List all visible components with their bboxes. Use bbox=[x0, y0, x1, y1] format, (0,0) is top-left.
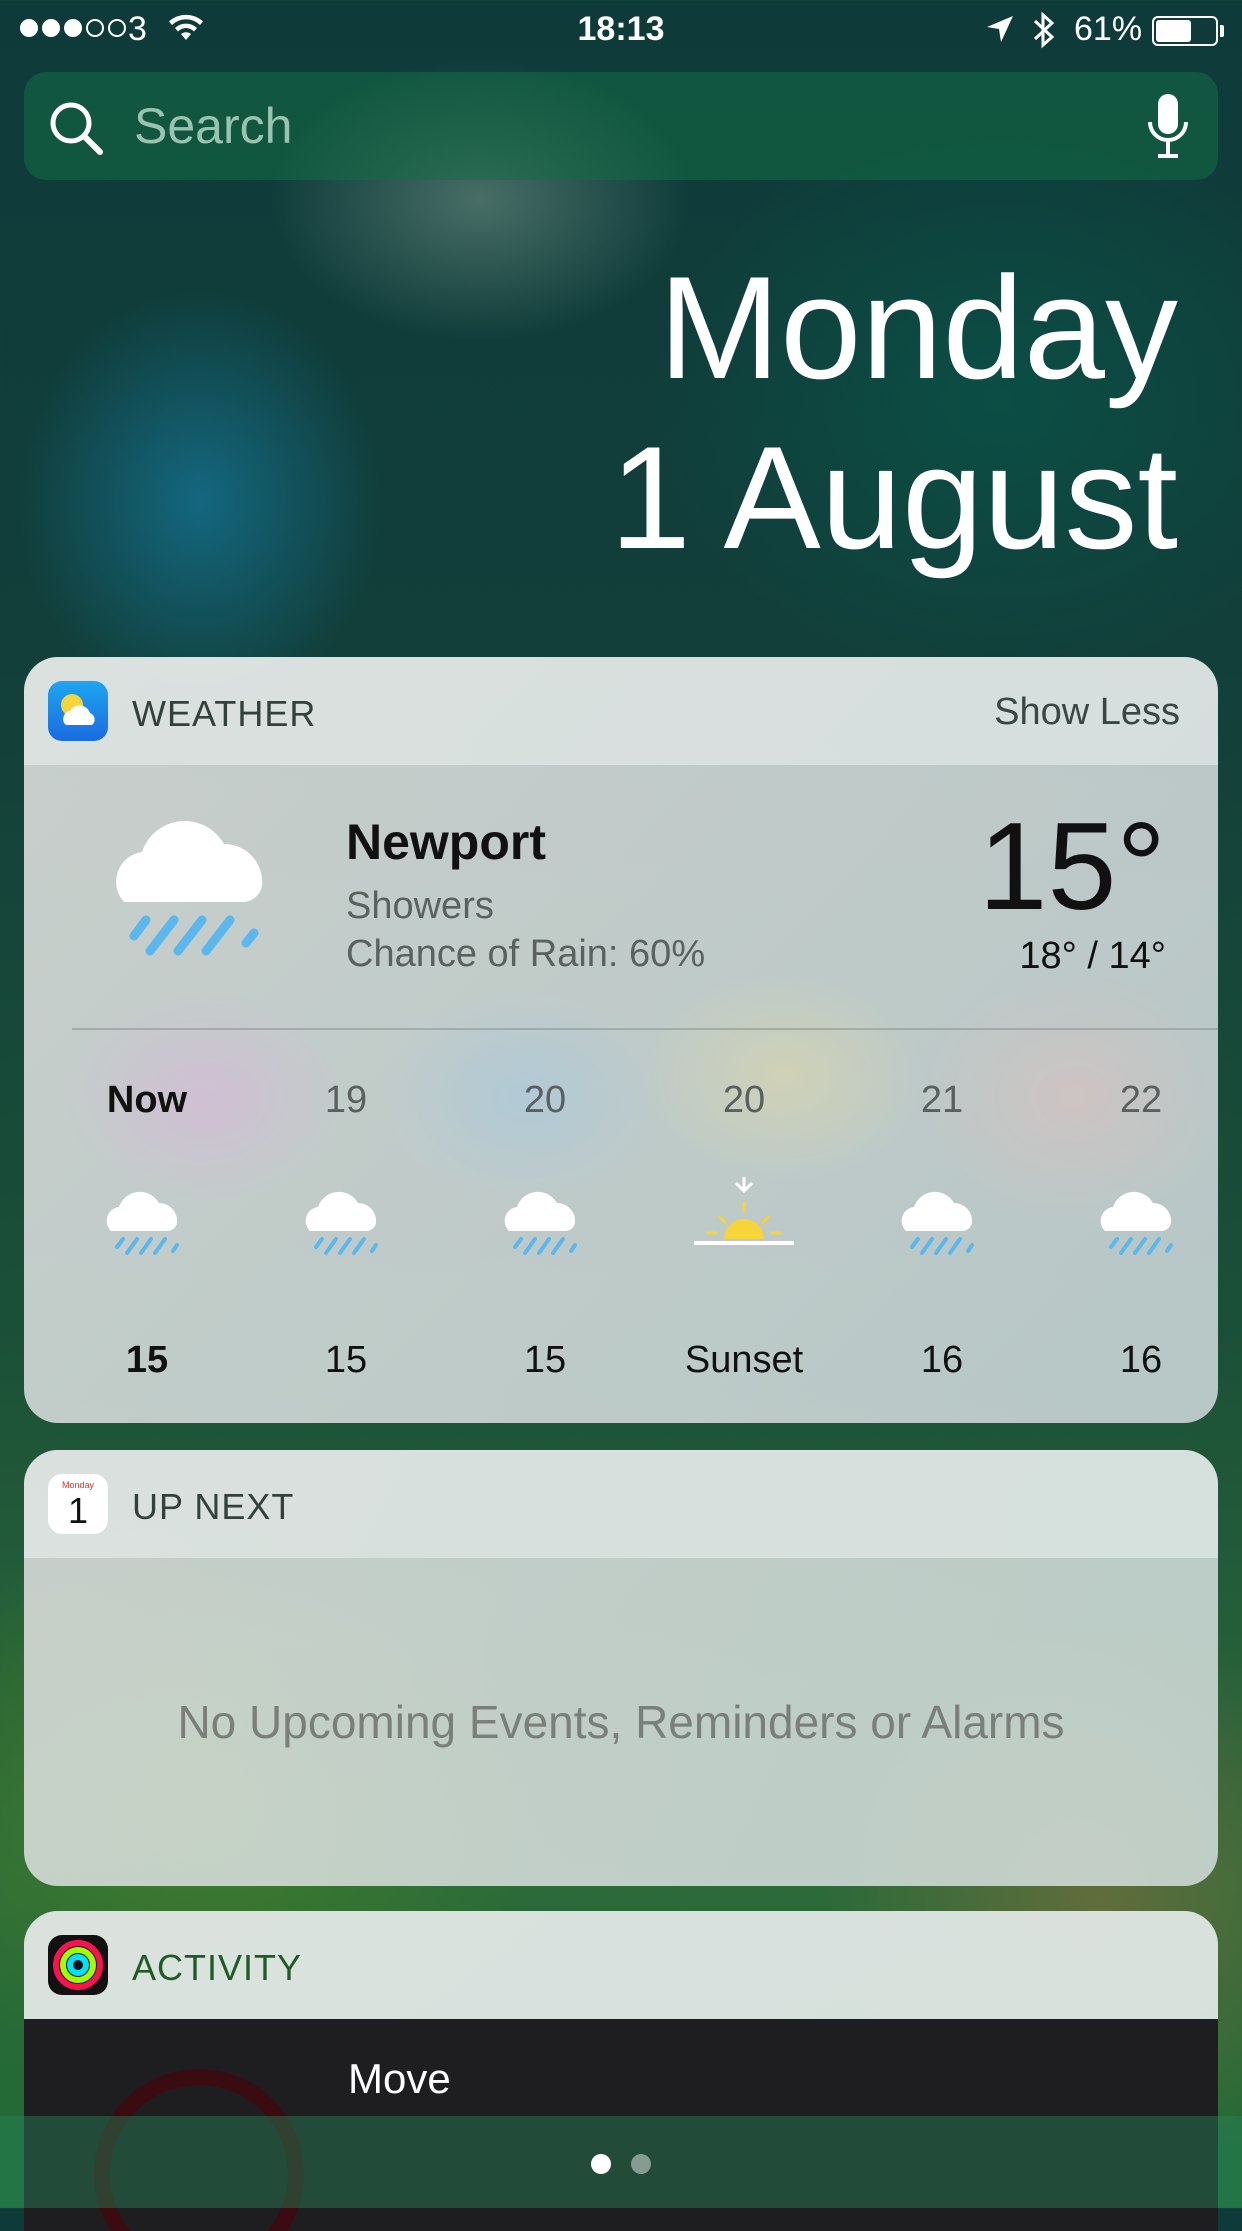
battery-percent: 61% bbox=[1074, 10, 1143, 48]
hour-label: 19 bbox=[324, 1079, 368, 1121]
weather-city: Newport bbox=[346, 814, 546, 870]
rain-cloud-icon bbox=[1091, 1177, 1191, 1282]
search-input[interactable] bbox=[132, 94, 1116, 158]
hour-temperature: 15 bbox=[324, 1339, 368, 1381]
weather-widget-title: WEATHER bbox=[132, 693, 317, 734]
day-month-label: 1 August bbox=[609, 416, 1178, 579]
battery-icon bbox=[1152, 16, 1218, 46]
no-events-message: No Upcoming Events, Reminders or Alarms bbox=[177, 1696, 1065, 1748]
location-arrow-icon bbox=[985, 14, 1015, 53]
hour-temperature: 16 bbox=[920, 1339, 964, 1381]
rain-cloud-icon bbox=[94, 797, 294, 1002]
page-dot[interactable] bbox=[631, 2154, 651, 2174]
bluetooth-icon bbox=[1030, 10, 1058, 59]
hourly-forecast: Now 15 19 15 20 15 20 Sunset 21 16 22 16 bbox=[24, 1057, 1218, 1381]
weather-condition: Showers bbox=[346, 885, 494, 927]
search-bar[interactable] bbox=[24, 72, 1218, 180]
up-next-title: UP NEXT bbox=[132, 1486, 295, 1527]
microphone-icon[interactable] bbox=[1146, 92, 1190, 167]
rain-cloud-icon bbox=[296, 1177, 396, 1282]
page-dot[interactable] bbox=[591, 2154, 611, 2174]
hour-temperature: 15 bbox=[125, 1339, 169, 1381]
show-less-button[interactable]: Show Less bbox=[994, 691, 1180, 734]
rain-cloud-icon bbox=[495, 1177, 595, 1282]
divider bbox=[72, 1028, 1218, 1030]
hour-temperature: Sunset bbox=[684, 1339, 804, 1381]
page-dots[interactable] bbox=[0, 2154, 1242, 2174]
current-temperature: 15° bbox=[978, 798, 1166, 936]
high-low-temperature: 18° / 14° bbox=[1019, 935, 1166, 977]
search-icon bbox=[46, 98, 106, 163]
status-bar: 3 18:13 61% bbox=[0, 0, 1242, 62]
hour-label: 21 bbox=[920, 1079, 964, 1121]
calendar-icon-day: 1 bbox=[67, 1490, 89, 1531]
activity-title: ACTIVITY bbox=[132, 1947, 303, 1988]
weather-widget-header: WEATHER Show Less bbox=[24, 657, 1218, 765]
weather-widget[interactable]: WEATHER Show Less Newport Showers Chance… bbox=[24, 657, 1218, 1423]
sunset-icon bbox=[694, 1171, 794, 1282]
rain-chance: Chance of Rain: 60% bbox=[346, 933, 706, 975]
rain-cloud-icon bbox=[892, 1177, 992, 1282]
activity-header: ACTIVITY bbox=[24, 1911, 1218, 2019]
weekday-label: Monday bbox=[658, 246, 1178, 409]
weather-app-icon[interactable] bbox=[48, 681, 108, 741]
calendar-app-icon[interactable]: Monday 1 bbox=[48, 1474, 108, 1534]
rain-cloud-icon bbox=[97, 1177, 197, 1282]
up-next-header: Monday 1 UP NEXT bbox=[24, 1450, 1218, 1558]
hour-label: Now bbox=[106, 1079, 188, 1121]
calendar-icon-month: Monday bbox=[61, 1480, 95, 1490]
hour-temperature: 15 bbox=[523, 1339, 567, 1381]
date-display: Monday 1 August bbox=[610, 245, 1178, 585]
move-label: Move bbox=[348, 2055, 451, 2102]
hour-label: 20 bbox=[523, 1079, 567, 1121]
hour-temperature: 16 bbox=[1119, 1339, 1163, 1381]
hour-label: 20 bbox=[722, 1079, 766, 1121]
up-next-widget[interactable]: Monday 1 UP NEXT No Upcoming Events, Rem… bbox=[24, 1450, 1218, 1886]
hour-label: 22 bbox=[1119, 1079, 1163, 1121]
activity-app-icon[interactable] bbox=[48, 1935, 108, 1995]
